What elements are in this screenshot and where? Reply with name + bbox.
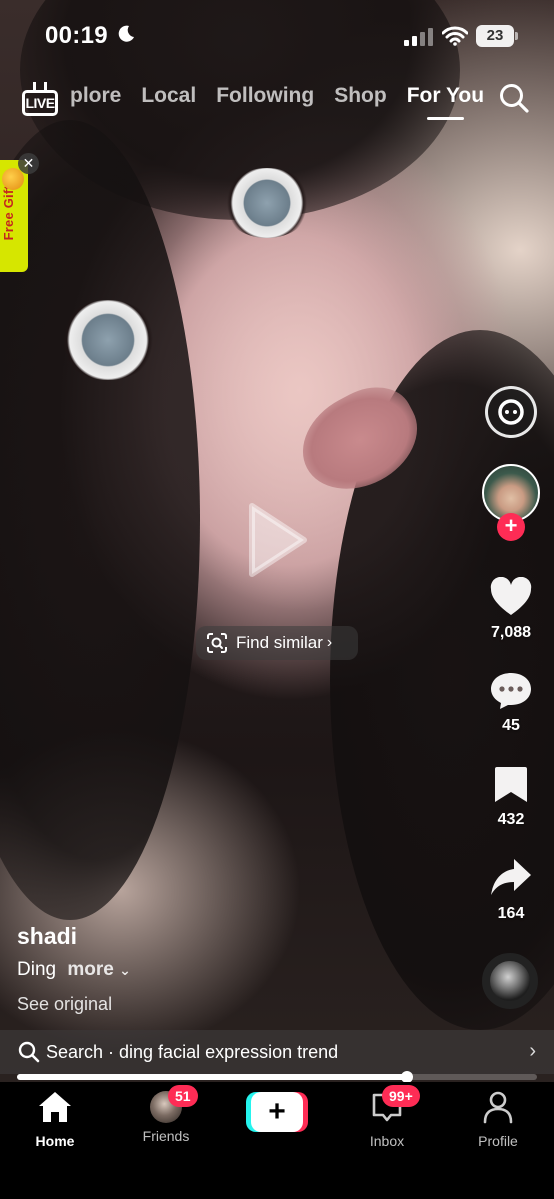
play-icon[interactable] xyxy=(246,502,308,578)
inbox-badge: 99+ xyxy=(382,1085,420,1107)
progress-fill xyxy=(17,1074,407,1080)
chevron-right-icon: › xyxy=(529,1040,536,1062)
tab-shop[interactable]: Shop xyxy=(334,84,387,108)
comment-icon xyxy=(491,673,531,709)
search-icon xyxy=(18,1041,40,1063)
share-icon xyxy=(491,859,531,895)
bottom-nav: Home Friends 51 + Inbox 99+ Profile xyxy=(0,1082,554,1199)
signal-icon xyxy=(404,28,433,46)
wifi-icon xyxy=(442,26,468,46)
share-button[interactable]: 164 xyxy=(480,856,542,923)
plus-icon: + xyxy=(251,1092,303,1132)
search-suggestion-bar[interactable]: Search · ding facial expression trend › xyxy=(0,1030,554,1074)
status-bar: 00:19 23 xyxy=(0,0,554,70)
live-label: LIVE xyxy=(22,90,58,116)
nav-profile[interactable]: Profile xyxy=(453,1090,543,1149)
follow-button[interactable]: + xyxy=(497,513,525,541)
live-button[interactable]: LIVE xyxy=(22,82,60,118)
tab-following[interactable]: Following xyxy=(216,84,314,108)
see-original-link[interactable]: See original xyxy=(17,994,112,1015)
tab-explore[interactable]: plore xyxy=(70,84,121,108)
video-description: Ding more ⌄ xyxy=(17,959,131,981)
search-icon[interactable] xyxy=(498,82,530,114)
reveal-button[interactable] xyxy=(485,386,537,438)
video-hair-shape xyxy=(0,120,200,920)
top-nav: LIVE plore Local Following Shop For You xyxy=(0,80,554,130)
author-name[interactable]: shadi xyxy=(17,923,77,950)
comment-count: 45 xyxy=(502,717,520,734)
tab-for-you[interactable]: For You xyxy=(407,84,484,120)
video-progress-bar[interactable] xyxy=(17,1071,537,1083)
share-count: 164 xyxy=(497,905,525,922)
video-eye-shape xyxy=(58,300,158,380)
tab-local[interactable]: Local xyxy=(141,84,196,108)
more-button[interactable]: more ⌄ xyxy=(67,959,130,980)
more-label: more xyxy=(67,959,114,980)
like-button[interactable]: 7,088 xyxy=(480,576,542,642)
video-eye-shape xyxy=(222,168,312,238)
scan-icon xyxy=(207,633,227,653)
battery-level: 23 xyxy=(476,25,514,47)
nav-profile-label: Profile xyxy=(478,1133,518,1149)
nav-home[interactable]: Home xyxy=(10,1090,100,1149)
moon-icon xyxy=(118,25,134,42)
save-count: 432 xyxy=(497,811,525,828)
heart-icon xyxy=(490,576,532,615)
nav-friends-label: Friends xyxy=(142,1128,190,1144)
create-button[interactable]: + xyxy=(246,1092,308,1132)
description-text: Ding xyxy=(17,959,57,980)
bookmark-icon xyxy=(495,767,527,802)
battery-icon: 23 xyxy=(476,25,518,47)
close-icon[interactable]: ✕ xyxy=(18,153,39,174)
find-similar-button[interactable]: Find similar › xyxy=(196,626,358,660)
friends-badge: 51 xyxy=(168,1085,198,1107)
find-similar-label: Find similar xyxy=(236,633,323,652)
chevron-right-icon: › xyxy=(326,634,333,651)
nav-inbox-label: Inbox xyxy=(369,1133,405,1149)
status-time: 00:19 xyxy=(45,22,108,49)
search-suggestion-text: Search · ding facial expression trend xyxy=(46,1041,339,1062)
like-count: 7,088 xyxy=(490,624,532,641)
chevron-down-icon: ⌄ xyxy=(119,962,131,978)
feed-tabs: plore Local Following Shop For You xyxy=(70,84,504,120)
comment-button[interactable]: 45 xyxy=(480,670,542,735)
save-button[interactable]: 432 xyxy=(480,764,542,829)
home-icon xyxy=(39,1092,71,1122)
music-disc[interactable] xyxy=(482,953,538,1009)
profile-icon xyxy=(483,1091,513,1124)
reveal-icon xyxy=(498,399,524,425)
nav-home-label: Home xyxy=(35,1133,75,1149)
